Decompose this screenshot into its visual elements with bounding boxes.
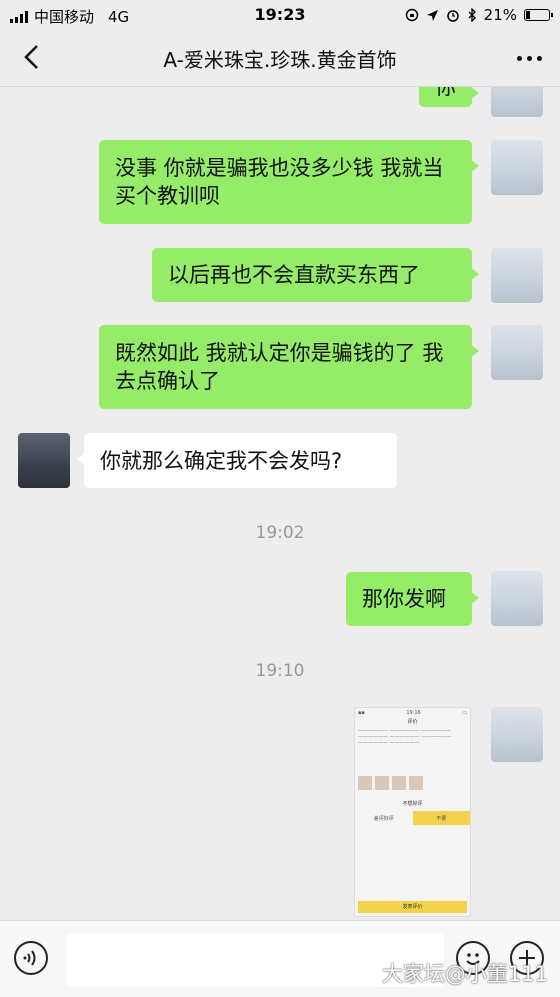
- rotation-lock-icon: [405, 8, 418, 22]
- message-text: 既然如此 我就认定你是骗钱的了 我去点确认了: [115, 341, 444, 393]
- chat-title: A-爱米珠宝.珍珠.黄金首饰: [163, 48, 397, 72]
- watermark: 大家坛@小董111: [381, 962, 548, 986]
- my-avatar[interactable]: [491, 571, 543, 626]
- location-icon: [426, 9, 438, 21]
- message-bubble[interactable]: 你就那么确定我不会发吗?: [77, 433, 397, 488]
- screenshot-statusbar: ▪▪ 19:16 ▭: [355, 708, 470, 718]
- screenshot-battery-icon: ▭: [462, 710, 467, 716]
- image-message[interactable]: ▪▪ 19:16 ▭ 评价 —————— —————— —————— —————…: [354, 707, 471, 917]
- chat-area[interactable]: 你 没事 你就是骗我也没多少钱 我就当买个教训呗 以后再也不会直款买东西了 既然…: [0, 87, 560, 920]
- battery-icon: [524, 9, 553, 21]
- message-text: 没事 你就是骗我也没多少钱 我就当买个教训呗: [115, 156, 444, 208]
- message-bubble[interactable]: 以后再也不会直款买东西了: [152, 248, 479, 302]
- my-avatar[interactable]: [491, 248, 543, 303]
- message-text: 以后再也不会直款买东西了: [168, 263, 420, 287]
- message-text: 那你发啊: [362, 587, 446, 611]
- message-text: 你: [435, 87, 456, 99]
- screenshot-text-block: —————— —————— —————— —————— —————— —————…: [358, 728, 452, 746]
- contact-avatar[interactable]: [18, 433, 70, 488]
- my-avatar[interactable]: [491, 87, 543, 117]
- bluetooth-icon: [468, 8, 476, 22]
- message-bubble[interactable]: 那你发啊: [346, 572, 479, 626]
- my-avatar[interactable]: [491, 325, 543, 380]
- screenshot-signal-icon: ▪▪: [358, 710, 365, 716]
- chat-header: A-爱米珠宝.珍珠.黄金首饰: [0, 30, 560, 87]
- message-bubble[interactable]: 既然如此 我就认定你是骗钱的了 我去点确认了: [99, 325, 479, 409]
- voice-input-button[interactable]: [14, 941, 48, 975]
- screenshot-thumbnails: [355, 776, 470, 796]
- more-options-button[interactable]: [517, 56, 542, 61]
- message-bubble[interactable]: 没事 你就是骗我也没多少钱 我就当买个教训呗: [99, 140, 479, 224]
- timestamp: 19:02: [255, 523, 305, 543]
- screenshot-option-bad: 差评好评: [373, 815, 394, 822]
- status-bar: 中国移动 4G 19:23 21%: [0, 0, 560, 30]
- message-bubble[interactable]: 你: [419, 87, 479, 107]
- my-avatar[interactable]: [491, 140, 543, 195]
- my-avatar[interactable]: [491, 707, 543, 762]
- screenshot-option-good: 不要: [412, 811, 470, 825]
- alarm-icon: [446, 10, 459, 22]
- timestamp: 19:10: [255, 661, 305, 681]
- screenshot-bad-label: 不想好评: [402, 801, 423, 807]
- back-button[interactable]: [18, 42, 48, 72]
- screenshot-submit-button: 发表评价: [358, 901, 467, 913]
- screenshot-time: 19:16: [406, 710, 421, 716]
- voice-icon: [23, 950, 36, 966]
- message-text: 你就那么确定我不会发吗?: [100, 448, 343, 473]
- battery-label: 21%: [483, 6, 517, 24]
- screenshot-title: 评价: [407, 719, 418, 725]
- screenshot-options: 差评好评 不要: [355, 811, 470, 825]
